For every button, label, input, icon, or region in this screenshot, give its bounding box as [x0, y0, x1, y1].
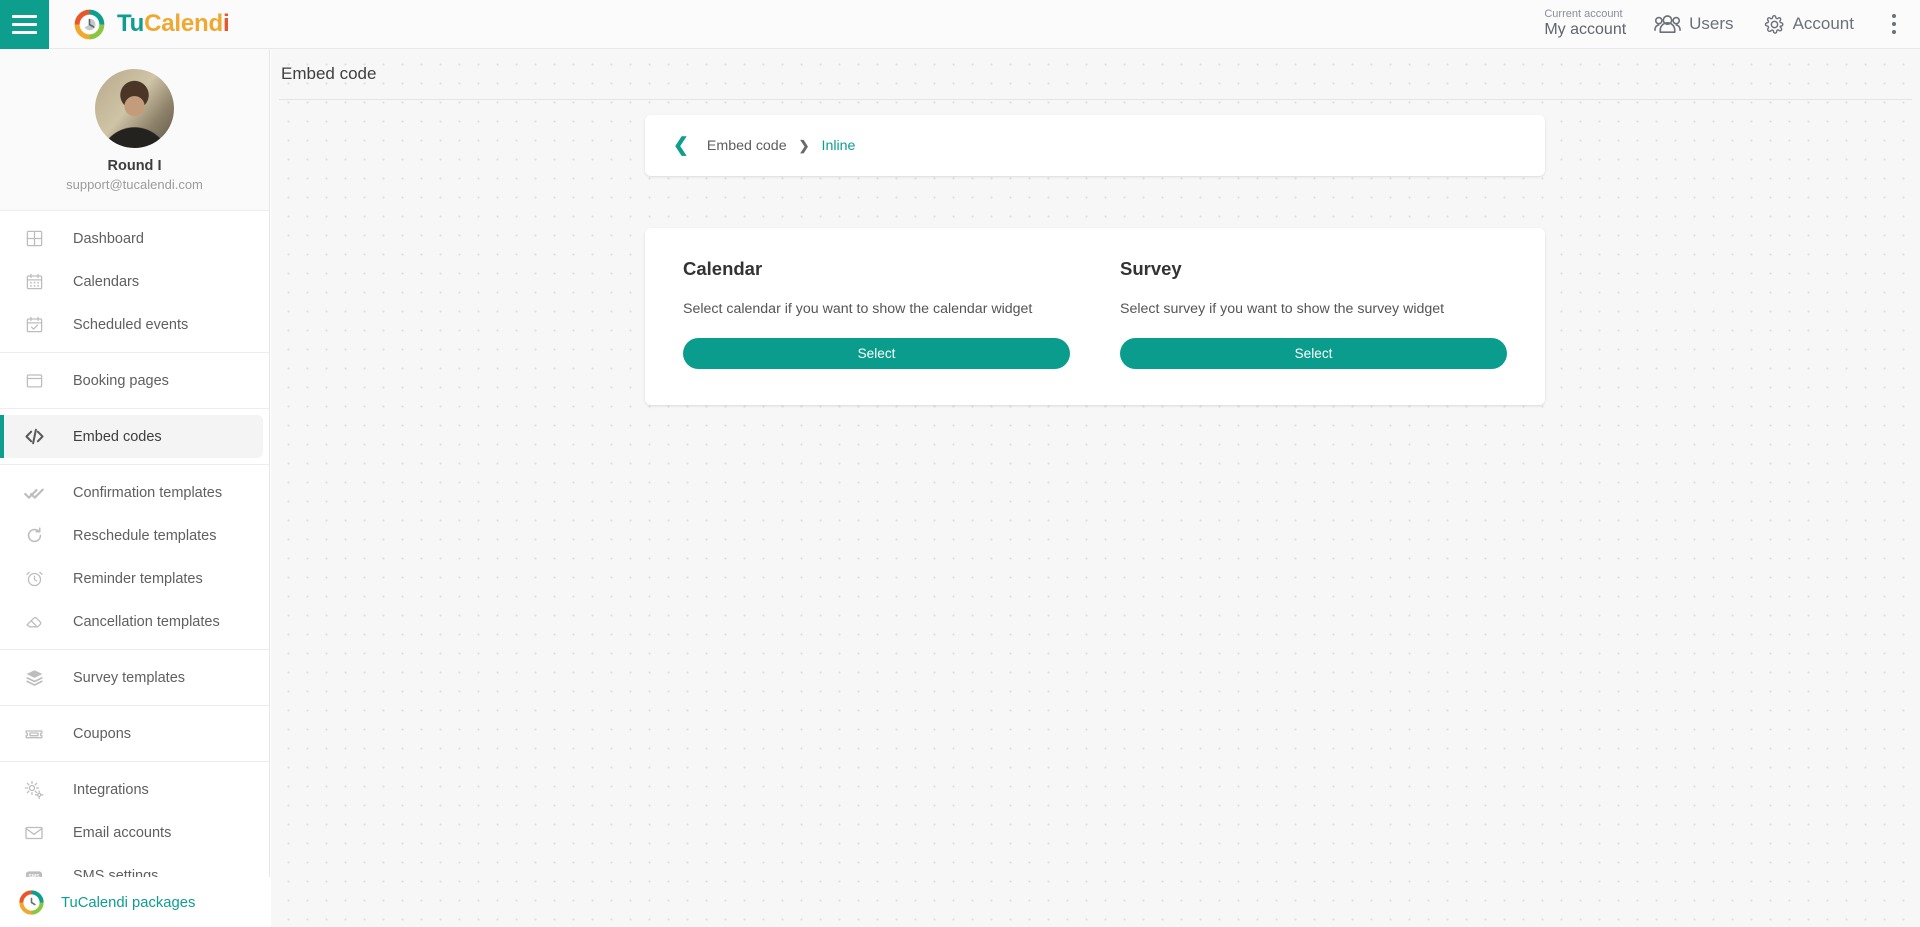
refresh-arrow-icon	[22, 524, 46, 548]
hamburger-bar	[12, 22, 37, 26]
brand-text-part1: Tu	[117, 10, 145, 37]
option-survey-title: Survey	[1120, 258, 1182, 279]
sidebar-item-label: Embed codes	[73, 428, 162, 445]
account-button[interactable]: Account	[1764, 14, 1854, 35]
hamburger-menu-icon[interactable]	[0, 0, 49, 49]
sidebar-item-label: Booking pages	[73, 372, 169, 389]
kebab-dot	[1892, 14, 1896, 18]
sidebar-footer-packages[interactable]: TuCalendi packages	[0, 877, 270, 927]
top-bar: TuCalendi Current account My account Use…	[0, 0, 1920, 49]
account-label: Account	[1792, 14, 1854, 33]
sidebar-item-scheduled-events[interactable]: Scheduled events	[0, 303, 269, 346]
sidebar-item-label: Dashboard	[73, 230, 144, 247]
sidebar: Round I support@tucalendi.com Dashboard C…	[0, 49, 270, 927]
kebab-menu-icon[interactable]	[1884, 8, 1904, 40]
sidebar-group-3: Confirmation templates Reschedule templat…	[0, 465, 269, 650]
sidebar-item-survey-templates[interactable]: Survey templates	[0, 656, 269, 699]
embed-options-card: Calendar Select calendar if you want to …	[645, 228, 1545, 405]
sidebar-item-label: Confirmation templates	[73, 484, 223, 501]
hamburger-bar	[12, 30, 37, 34]
sidebar-item-reminder-templates[interactable]: Reminder templates	[0, 557, 269, 600]
sidebar-item-integrations[interactable]: Integrations	[0, 768, 269, 811]
profile-email: support@tucalendi.com	[66, 177, 203, 192]
brand-wordmark: TuCalendi	[117, 10, 230, 38]
kebab-dot	[1892, 22, 1896, 26]
select-calendar-button[interactable]: Select	[683, 338, 1070, 369]
option-calendar-title: Calendar	[683, 258, 763, 279]
sidebar-item-embed-codes[interactable]: Embed codes	[0, 415, 263, 458]
alarm-clock-icon	[22, 567, 46, 591]
gears-icon	[22, 778, 46, 802]
sidebar-item-label: Reminder templates	[73, 570, 203, 587]
ticket-icon	[22, 722, 46, 746]
double-check-icon	[22, 481, 46, 505]
sidebar-group-2: Embed codes	[0, 409, 269, 465]
users-icon	[1654, 15, 1682, 34]
profile-name: Round I	[107, 158, 162, 174]
breadcrumb-card: ❮ Embed code ❯ Inline	[645, 115, 1545, 176]
dashboard-grid-icon	[22, 227, 46, 251]
users-button[interactable]: Users	[1654, 14, 1734, 34]
kebab-dot	[1892, 30, 1896, 34]
avatar	[95, 69, 174, 148]
brand-logo-area[interactable]: TuCalendi	[73, 8, 230, 41]
eraser-icon	[22, 610, 46, 634]
sidebar-item-label: Integrations	[73, 781, 149, 798]
brand-text-part3: i	[222, 10, 230, 37]
sidebar-item-dashboard[interactable]: Dashboard	[0, 217, 269, 260]
tucalendi-clock-logo	[74, 9, 105, 39]
brand-text-part2: Calend	[144, 10, 223, 37]
select-survey-button[interactable]: Select	[1120, 338, 1507, 369]
gear-icon	[1764, 14, 1784, 34]
current-account-label: Current account	[1544, 8, 1623, 21]
sidebar-item-confirmation-templates[interactable]: Confirmation templates	[0, 471, 269, 514]
title-divider	[279, 99, 1912, 100]
users-label: Users	[1689, 14, 1734, 33]
sidebar-group-1: Booking pages	[0, 353, 269, 409]
breadcrumb-current[interactable]: Inline	[822, 138, 856, 154]
sidebar-item-reschedule-templates[interactable]: Reschedule templates	[0, 514, 269, 557]
current-account-value: My account	[1544, 21, 1627, 39]
browser-window-icon	[22, 369, 46, 393]
page-title: Embed code	[281, 64, 377, 83]
chevron-left-icon[interactable]: ❮	[673, 136, 689, 155]
breadcrumb-parent[interactable]: Embed code	[707, 138, 787, 154]
sidebar-group-0: Dashboard Calendars Scheduled events	[0, 211, 269, 353]
code-brackets-icon	[22, 425, 46, 449]
sidebar-item-label: Coupons	[73, 725, 132, 742]
hamburger-bar	[12, 14, 37, 18]
sidebar-footer-label: TuCalendi packages	[61, 894, 196, 911]
sidebar-item-email-accounts[interactable]: Email accounts	[0, 811, 269, 854]
option-calendar-description: Select calendar if you want to show the …	[683, 301, 1033, 317]
chevron-right-icon: ❯	[798, 137, 810, 153]
tucalendi-clock-logo	[19, 890, 44, 915]
sidebar-item-booking-pages[interactable]: Booking pages	[0, 359, 269, 402]
current-account-block[interactable]: Current account My account	[1544, 8, 1626, 40]
sidebar-item-calendars[interactable]: Calendars	[0, 260, 269, 303]
main-content: Embed code ❮ Embed code ❯ Inline Calenda…	[271, 49, 1920, 927]
sidebar-item-label: Calendars	[73, 273, 140, 290]
sidebar-item-label: Reschedule templates	[73, 527, 217, 544]
option-survey-description: Select survey if you want to show the su…	[1120, 301, 1445, 317]
sidebar-item-label: Survey templates	[73, 669, 186, 686]
sidebar-group-5: Coupons	[0, 706, 269, 762]
top-bar-right-group: Current account My account Users Account	[1544, 8, 1920, 40]
sidebar-item-label: Cancellation templates	[73, 613, 220, 630]
calendar-check-icon	[22, 313, 46, 337]
option-calendar: Calendar Select calendar if you want to …	[683, 258, 1070, 405]
option-survey: Survey Select survey if you want to show…	[1120, 258, 1507, 405]
profile-block[interactable]: Round I support@tucalendi.com	[0, 49, 269, 211]
sidebar-item-label: Scheduled events	[73, 316, 189, 333]
calendar-icon	[22, 270, 46, 294]
sidebar-item-cancellation-templates[interactable]: Cancellation templates	[0, 600, 269, 643]
envelope-icon	[22, 821, 46, 845]
sidebar-group-4: Survey templates	[0, 650, 269, 706]
sidebar-item-coupons[interactable]: Coupons	[0, 712, 269, 755]
sidebar-item-label: Email accounts	[73, 824, 172, 841]
sidebar-nav: Dashboard Calendars Scheduled events Bookin…	[0, 211, 269, 903]
layers-icon	[22, 666, 46, 690]
